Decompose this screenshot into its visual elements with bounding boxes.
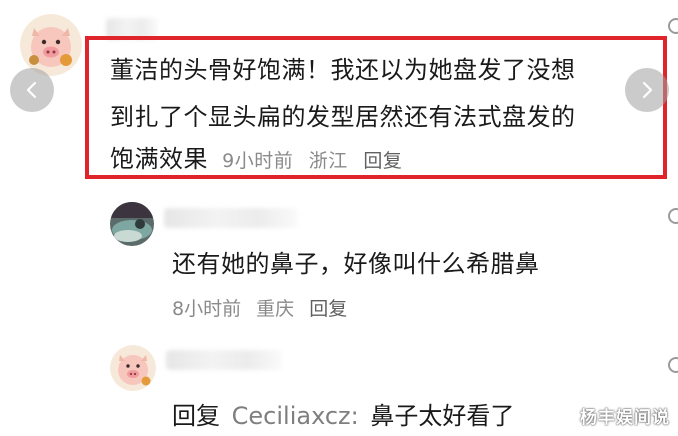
reply2-text: 鼻子太好看了 xyxy=(370,402,515,430)
reply1-location: 重庆 xyxy=(256,298,295,320)
main-comment-line-3: 饱满效果 9小时前 浙江 回复 xyxy=(110,139,411,181)
comment-thread: 董洁的头骨好饱满！我还以为她盘发了没想 到扎了个显头扁的发型居然还有法式盘发的 … xyxy=(0,0,678,436)
pig-avatar-icon xyxy=(20,14,82,76)
main-comment-meta: 9小时前 浙江 回复 xyxy=(222,150,411,172)
more-circle-icon[interactable] xyxy=(668,18,678,34)
reply1-text: 还有她的鼻子，好像叫什么希腊鼻 xyxy=(172,250,540,278)
reply2-reply-word[interactable]: 回复 xyxy=(172,402,220,430)
more-circle-icon[interactable] xyxy=(668,357,678,373)
reply1-reply-button[interactable]: 回复 xyxy=(309,298,347,320)
main-comment-line-1: 董洁的头骨好饱满！我还以为她盘发了没想 xyxy=(110,56,576,84)
next-button[interactable] xyxy=(625,68,669,112)
main-comment-time: 9小时前 xyxy=(222,150,294,172)
reply2-line: 回复 Ceciliaxcz: 鼻子太好看了 xyxy=(172,396,514,431)
blurred-username-reply2 xyxy=(166,350,282,370)
blurred-username-reply1 xyxy=(164,208,298,228)
main-comment-reply-button[interactable]: 回复 xyxy=(363,150,402,172)
reply1-time: 8小时前 xyxy=(172,298,242,320)
reply1-meta: 8小时前 重庆 回复 xyxy=(172,294,356,321)
more-circle-icon[interactable] xyxy=(668,208,678,224)
avatar-main-commenter[interactable] xyxy=(20,14,82,76)
watermark: 杨丰娱间说 xyxy=(580,408,670,428)
main-comment-line-2: 到扎了个显头扁的发型居然还有法式盘发的 xyxy=(110,103,576,131)
avatar-reply1[interactable] xyxy=(110,202,154,246)
reply2-mention[interactable]: Ceciliaxcz: xyxy=(232,402,359,430)
chevron-right-icon xyxy=(642,81,653,99)
chevron-left-icon xyxy=(26,81,37,99)
avatar-reply2[interactable] xyxy=(110,345,156,391)
prev-button[interactable] xyxy=(10,68,54,112)
main-comment-line-3-text: 饱满效果 xyxy=(110,145,208,173)
landscape-avatar-icon xyxy=(110,202,154,246)
pig-avatar-icon xyxy=(110,345,156,391)
main-comment-location: 浙江 xyxy=(308,150,348,172)
